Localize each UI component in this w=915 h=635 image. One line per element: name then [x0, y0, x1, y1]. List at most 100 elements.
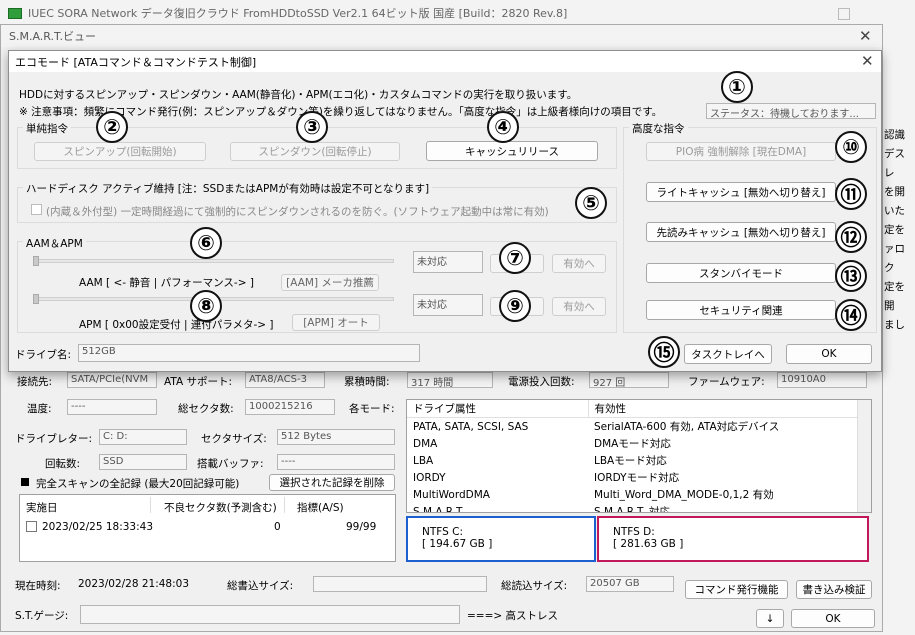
status-field: ステータス：待機しております... [706, 103, 876, 119]
table-row[interactable]: PATA, SATA, SCSI, SAS SerialATA-600 有効, A… [407, 418, 871, 436]
command-button[interactable]: コマンド発行機能 [685, 580, 788, 599]
sectors-label: 総セクタ数: [178, 403, 234, 415]
write-cache-button[interactable]: ライトキャッシュ [無効へ切り替え] [646, 182, 836, 202]
marker-10: ⑩ [835, 131, 867, 163]
attr-header-value[interactable]: 有効性 [588, 400, 871, 418]
temp-label: 温度: [27, 403, 52, 415]
attr-value: DMAモード対応 [594, 438, 671, 450]
attr-name: MultiWordDMA [413, 488, 490, 501]
marker-2: ② [96, 111, 128, 143]
ata-label: ATA サポート: [164, 376, 233, 388]
aam-group-label: AAM＆APM [23, 236, 86, 251]
aam-recommend-button[interactable]: [AAM] メーカ推薦 [281, 274, 379, 291]
main-title: IUEC SORA Network データ復旧クラウド FromHDDtoSSD… [28, 7, 568, 20]
table-row[interactable]: MultiWordDMA Multi_Word_DMA_MODE-0,1,2 有効 [407, 486, 871, 503]
active-maintain-label: (内蔵＆外付型) 一定時間経過にて強制的にスピンダウンされるのを防ぐ。(ソフトウ… [46, 206, 549, 218]
marker-15: ⑮ [648, 336, 680, 368]
table-row[interactable]: IORDY IORDYモード対応 [407, 469, 871, 486]
drive-name-field: 512GB [78, 344, 420, 362]
right-partial-text: 認識 [884, 129, 905, 141]
scan-header-bad[interactable]: 不良セクタ数(予測含む) [164, 500, 277, 515]
divider [284, 497, 285, 513]
tasktray-button[interactable]: タスクトレイへ [684, 344, 772, 364]
apm-enable-button[interactable]: 有効へ [552, 297, 606, 316]
dialog-close-icon[interactable]: ✕ [861, 52, 874, 70]
partition-c-name: NTFS C: [422, 526, 463, 538]
marker-4: ④ [487, 111, 519, 143]
right-partial-text: 定を [884, 281, 905, 293]
apm-auto-button[interactable]: [APM] オート [292, 314, 380, 331]
scan-checkbox-label: 完全スキャンの全記録 (最大20回記録可能) [36, 478, 240, 490]
buffer-label: 搭載バッファ: [197, 458, 264, 470]
marker-14: ⑭ [835, 299, 867, 331]
total-write-label: 総書込サイズ: [227, 580, 294, 592]
read-cache-button[interactable]: 先読みキャッシュ [無効へ切り替え] [646, 222, 836, 242]
write-verify-button[interactable]: 書き込み検証 [796, 580, 872, 599]
attr-scrollbar[interactable] [857, 400, 871, 512]
standby-button[interactable]: スタンバイモード [646, 263, 836, 283]
sectors-value: 1000215216 [245, 399, 335, 415]
dialog-title: エコモード [ATAコマンド＆コマンドテスト制御] [15, 55, 257, 69]
sectorsize-value: 512 Bytes [277, 429, 395, 445]
smart-title: S.M.A.R.T.ビュー [9, 30, 96, 43]
marker-1: ① [721, 71, 753, 103]
aam-slider-thumb[interactable] [33, 256, 39, 266]
table-row[interactable]: DMA DMAモード対応 [407, 435, 871, 452]
aam-slider-track[interactable] [34, 259, 394, 263]
marker-3: ③ [296, 111, 328, 143]
maximize-icon[interactable] [838, 8, 850, 20]
st-gauge-label: S.T.ゲージ: [15, 610, 69, 622]
dialog-ok-button[interactable]: OK [786, 344, 872, 364]
right-partial-text: まし [884, 319, 905, 331]
rpm-value: SSD [99, 454, 187, 470]
attr-name: S.M.A.R.T. [413, 505, 465, 513]
scan-row-date: 2023/02/25 18:33:43 [42, 521, 154, 533]
spindown-button[interactable]: スピンダウン(回転停止) [230, 142, 400, 161]
scan-row-index: 99/99 [346, 521, 377, 533]
mode-label: 各モード: [349, 403, 395, 415]
apm-slider-thumb[interactable] [33, 294, 39, 304]
buffer-value: ---- [277, 454, 395, 470]
active-maintain-checkbox[interactable] [31, 204, 42, 215]
apm-label: APM [ 0x00設定受付 | 連付パラメタ-> ] [79, 319, 274, 331]
right-partial-text: デスレ [884, 148, 905, 179]
partition-d[interactable]: NTFS D: [ 281.63 GB ] [597, 516, 869, 562]
scan-row-checkbox[interactable] [26, 521, 37, 532]
fw-value: 10910A0 [777, 372, 867, 388]
close-icon[interactable]: ✕ [859, 27, 872, 45]
table-row[interactable]: LBA LBAモード対応 [407, 452, 871, 469]
security-button[interactable]: セキュリティ関連 [646, 300, 836, 320]
arrow-down-button[interactable]: ↓ [756, 609, 784, 628]
total-read-value: 20507 GB [586, 576, 674, 592]
now-label: 現在時刻: [15, 580, 61, 592]
cache-release-button[interactable]: キャッシュリリース [426, 141, 598, 161]
scan-header-index[interactable]: 指標(A/S) [297, 500, 344, 515]
marker-7: ⑦ [499, 242, 531, 274]
cumtime-value: 317 時間 [407, 372, 493, 388]
attr-name: LBA [413, 454, 434, 467]
smart-titlebar: S.M.A.R.T.ビュー [1, 25, 882, 47]
attr-value: Multi_Word_DMA_MODE-0,1,2 有効 [594, 489, 774, 501]
partition-c[interactable]: NTFS C: [ 194.67 GB ] [406, 516, 596, 562]
scan-bullet-icon [21, 478, 29, 486]
delete-record-button[interactable]: 選択された記録を削除 [269, 474, 395, 491]
simple-group-label: 単純指令 [23, 121, 71, 136]
pio-release-button[interactable]: PIO病 強制解除 [現在DMA] [646, 142, 836, 161]
aam-enable-button[interactable]: 有効へ [552, 254, 606, 273]
smart-ok-button[interactable]: OK [791, 609, 875, 628]
attribute-grid[interactable]: ドライブ属性 有効性 PATA, SATA, SCSI, SAS SerialAT… [406, 399, 872, 513]
marker-11: ⑪ [835, 178, 867, 210]
sectorsize-label: セクタサイズ: [201, 433, 267, 445]
apm-status-field: 未対応 [413, 294, 483, 316]
attr-name: DMA [413, 437, 438, 450]
attr-header-name[interactable]: ドライブ属性 [407, 400, 589, 418]
marker-8: ⑧ [190, 290, 222, 322]
app-icon [8, 7, 22, 19]
table-row[interactable]: S.M.A.R.T. S.M.A.R.T. 対応 [407, 503, 871, 513]
divider [150, 497, 151, 513]
scan-header-date[interactable]: 実施日 [26, 500, 58, 515]
attr-value: S.M.A.R.T. 対応 [594, 506, 670, 513]
scan-grid[interactable]: 実施日 不良セクタ数(予測含む) 指標(A/S) 2023/02/25 18:3… [19, 494, 396, 562]
right-partial-text: 定を [884, 224, 905, 236]
spinup-button[interactable]: スピンアップ(回転開始) [34, 142, 206, 161]
